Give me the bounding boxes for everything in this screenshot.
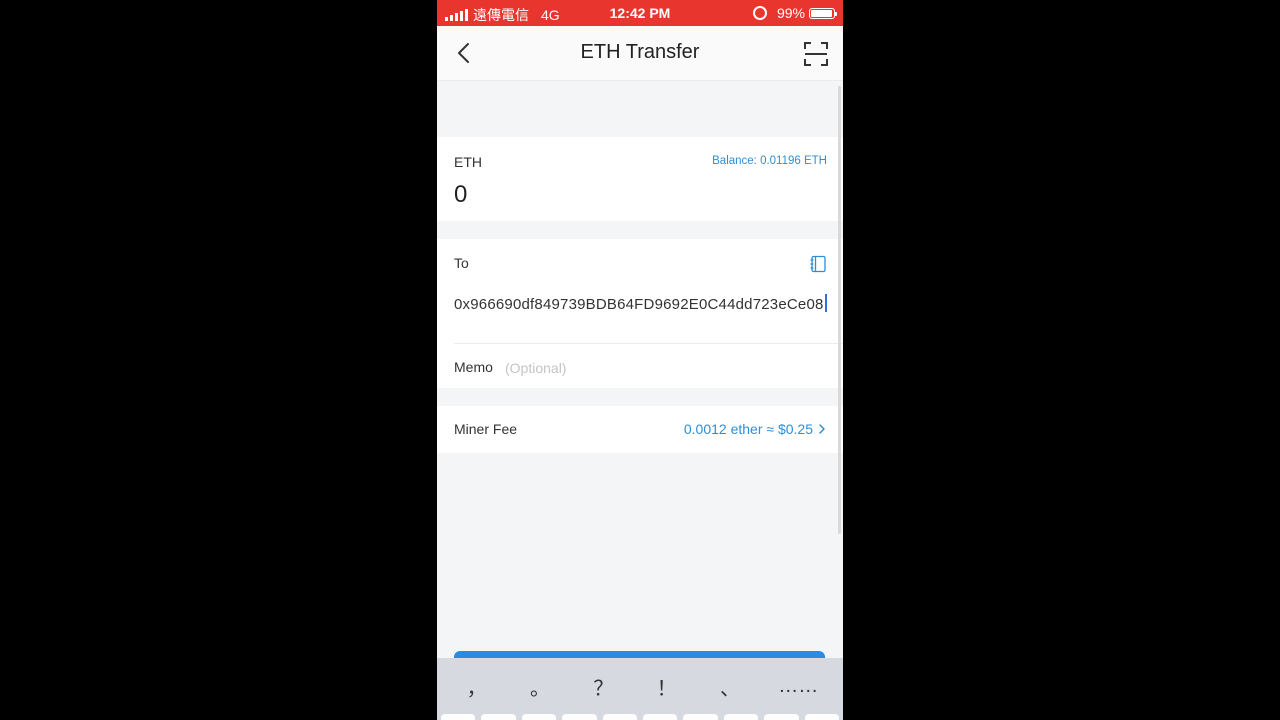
- to-label: To: [454, 255, 469, 271]
- chevron-right-icon: [819, 424, 825, 434]
- keyboard-key-period[interactable]: 。: [525, 672, 555, 701]
- miner-fee-label: Miner Fee: [454, 421, 518, 437]
- scroll-indicator[interactable]: [838, 86, 841, 534]
- address-text: 0x966690df849739BDB64FD9692E0C44dd723eCe…: [454, 296, 824, 313]
- address-book-button[interactable]: [809, 255, 827, 273]
- memo-label: Memo: [454, 359, 493, 375]
- amount-input[interactable]: 0: [454, 181, 467, 209]
- keyboard-key[interactable]: [804, 714, 840, 720]
- nav-bar: ETH Transfer: [437, 26, 843, 81]
- address-book-icon: [810, 255, 826, 273]
- keyboard-key[interactable]: [521, 714, 557, 720]
- keyboard-suggestion-bar: ， 。 ？ ！ 、 ……: [437, 658, 843, 714]
- text-caret: [824, 294, 827, 312]
- status-right: 99%: [752, 5, 837, 21]
- divider: [454, 343, 843, 344]
- keyboard-key[interactable]: [441, 714, 476, 720]
- keyboard-key[interactable]: [481, 714, 516, 720]
- keyboard-key-comma[interactable]: ，: [462, 672, 492, 701]
- keyboard-key-ellipsis[interactable]: ……: [778, 675, 818, 698]
- scan-icon: [804, 42, 828, 66]
- miner-fee-row[interactable]: Miner Fee 0.0012 ether ≈ $0.25: [437, 406, 843, 453]
- amount-section: ETH Balance: 0.01196 ETH 0: [437, 137, 843, 221]
- keyboard-key[interactable]: [643, 714, 678, 720]
- page-title: ETH Transfer: [580, 41, 700, 63]
- keyboard-key[interactable]: [764, 714, 799, 720]
- keyboard-key[interactable]: [723, 714, 759, 720]
- battery-icon: [809, 7, 837, 19]
- keyboard-key[interactable]: [602, 714, 638, 720]
- memo-input[interactable]: [505, 360, 805, 376]
- keyboard-key[interactable]: [683, 714, 718, 720]
- status-bar: 遠傳電信 4G 12:42 PM 99%: [437, 0, 843, 26]
- keyboard-key-enumeration-comma[interactable]: 、: [715, 672, 745, 701]
- keyboard-key-row: [441, 714, 840, 720]
- address-input[interactable]: 0x966690df849739BDB64FD9692E0C44dd723eCe…: [454, 294, 834, 315]
- balance-text: Balance: 0.01196 ETH: [712, 155, 827, 167]
- keyboard-key-question[interactable]: ？: [588, 672, 618, 701]
- keyboard-key[interactable]: [562, 714, 597, 720]
- recipient-section: To 0x966690df849739BDB64FD9692E0C44dd723…: [437, 239, 843, 388]
- miner-fee-value: 0.0012 ether ≈ $0.25: [683, 421, 813, 437]
- orientation-lock-icon: [752, 6, 767, 20]
- keyboard: ， 。 ？ ！ 、 ……: [437, 658, 843, 720]
- scan-button[interactable]: [803, 41, 829, 67]
- keyboard-key-exclamation[interactable]: ！: [652, 672, 682, 701]
- battery-percent: 99%: [776, 5, 805, 21]
- token-label: ETH: [454, 154, 482, 170]
- phone-screen: 遠傳電信 4G 12:42 PM 99% ETH Transfer ETH Ba…: [437, 0, 843, 720]
